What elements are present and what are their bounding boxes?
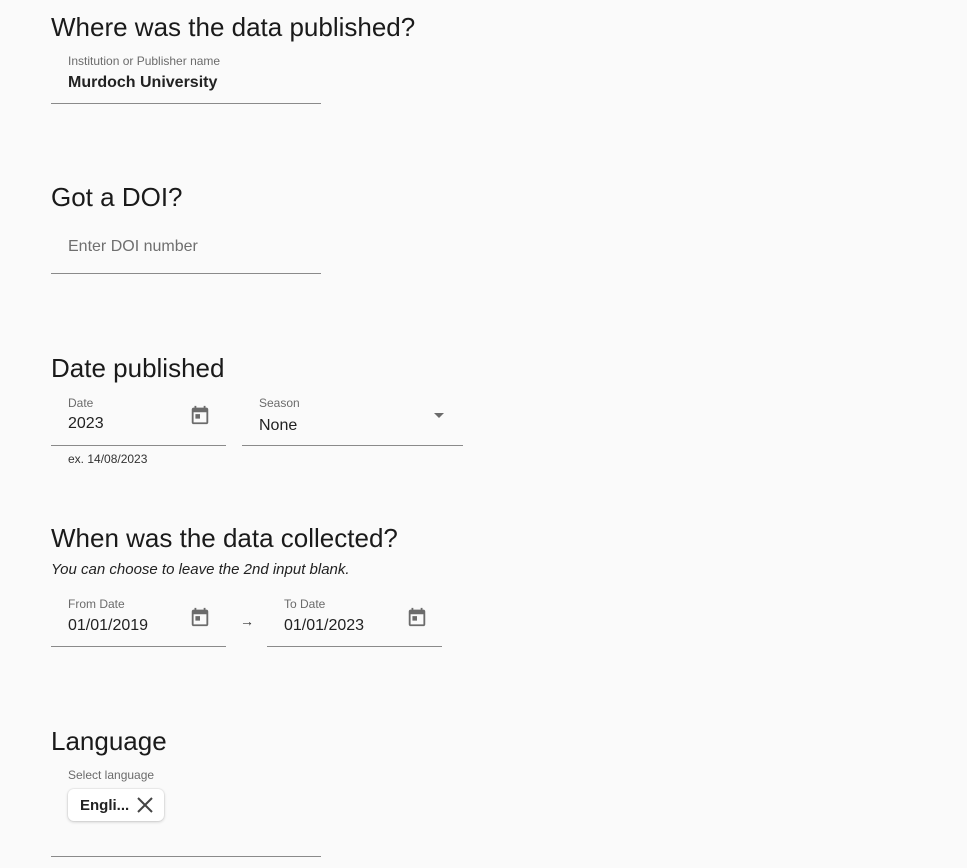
collection-subtitle: You can choose to leave the 2nd input bl…: [51, 561, 350, 578]
collection-heading: When was the data collected?: [51, 523, 398, 553]
calendar-icon[interactable]: [406, 606, 428, 628]
doi-input[interactable]: Enter DOI number: [68, 238, 198, 256]
season-underline: [242, 445, 463, 446]
language-underline: [51, 856, 321, 857]
publisher-heading: Where was the data published?: [51, 12, 416, 42]
language-label: Select language: [68, 768, 155, 782]
season-select[interactable]: Season None: [242, 394, 463, 447]
calendar-icon[interactable]: [189, 606, 211, 628]
season-label: Season: [259, 396, 300, 410]
language-select[interactable]: Select language Engli...: [51, 767, 321, 858]
calendar-icon[interactable]: [189, 404, 211, 426]
date-value[interactable]: 2023: [68, 415, 104, 433]
from-date-value[interactable]: 01/01/2019: [68, 617, 148, 635]
date-label: Date: [68, 396, 94, 410]
publisher-field[interactable]: Institution or Publisher name Murdoch Un…: [51, 52, 321, 105]
date-published-heading: Date published: [51, 353, 225, 383]
to-date-label: To Date: [284, 597, 326, 611]
language-chip[interactable]: Engli...: [68, 789, 164, 821]
doi-field[interactable]: Enter DOI number: [51, 230, 321, 276]
date-underline: [51, 445, 226, 446]
from-date-underline: [51, 646, 226, 647]
publisher-value[interactable]: Murdoch University: [68, 74, 217, 92]
to-date-field[interactable]: To Date 01/01/2023: [267, 595, 442, 648]
to-date-underline: [267, 646, 442, 647]
season-value[interactable]: None: [259, 417, 297, 435]
date-field[interactable]: Date 2023: [51, 394, 226, 447]
close-icon[interactable]: [136, 796, 154, 814]
language-heading: Language: [51, 726, 167, 756]
from-date-label: From Date: [68, 597, 125, 611]
date-hint: ex. 14/08/2023: [68, 452, 148, 466]
to-date-value[interactable]: 01/01/2023: [284, 617, 364, 635]
from-date-field[interactable]: From Date 01/01/2019: [51, 595, 226, 648]
language-chip-label: Engli...: [80, 796, 130, 814]
publisher-label: Institution or Publisher name: [68, 54, 221, 68]
caret-down-icon[interactable]: [432, 412, 446, 420]
publisher-underline: [51, 103, 321, 104]
doi-heading: Got a DOI?: [51, 182, 183, 212]
arrow-right-icon: →: [240, 613, 254, 629]
doi-underline: [51, 273, 321, 274]
